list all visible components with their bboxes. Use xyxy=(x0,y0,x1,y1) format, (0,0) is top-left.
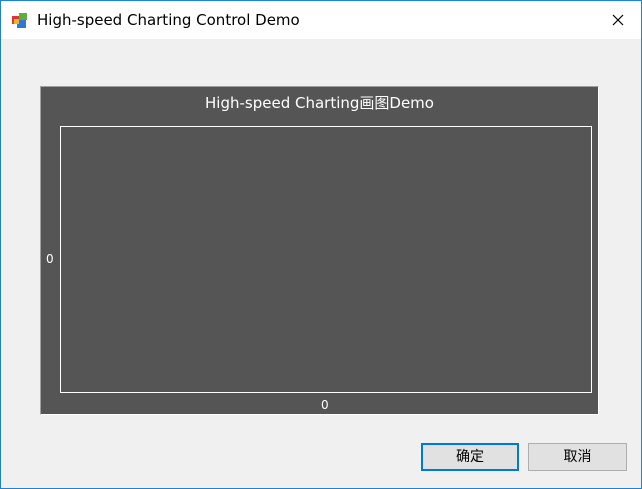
cancel-button[interactable]: 取消 xyxy=(528,443,627,471)
chart-control[interactable]: High-speed Charting画图Demo 0 0 xyxy=(40,86,599,415)
chart-title: High-speed Charting画图Demo xyxy=(205,94,434,112)
x-axis-tick-label: 0 xyxy=(321,398,329,412)
app-window-icon xyxy=(12,13,27,28)
y-axis-tick-label: 0 xyxy=(46,252,54,266)
plot-area[interactable] xyxy=(60,126,592,393)
ok-button[interactable]: 确定 xyxy=(421,443,519,471)
window-title: High-speed Charting Control Demo xyxy=(37,11,300,29)
title-bar[interactable]: High-speed Charting Control Demo xyxy=(1,1,641,39)
dialog-window: High-speed Charting Control Demo High-sp… xyxy=(0,0,642,489)
close-icon xyxy=(612,14,624,26)
close-button[interactable] xyxy=(595,1,641,39)
